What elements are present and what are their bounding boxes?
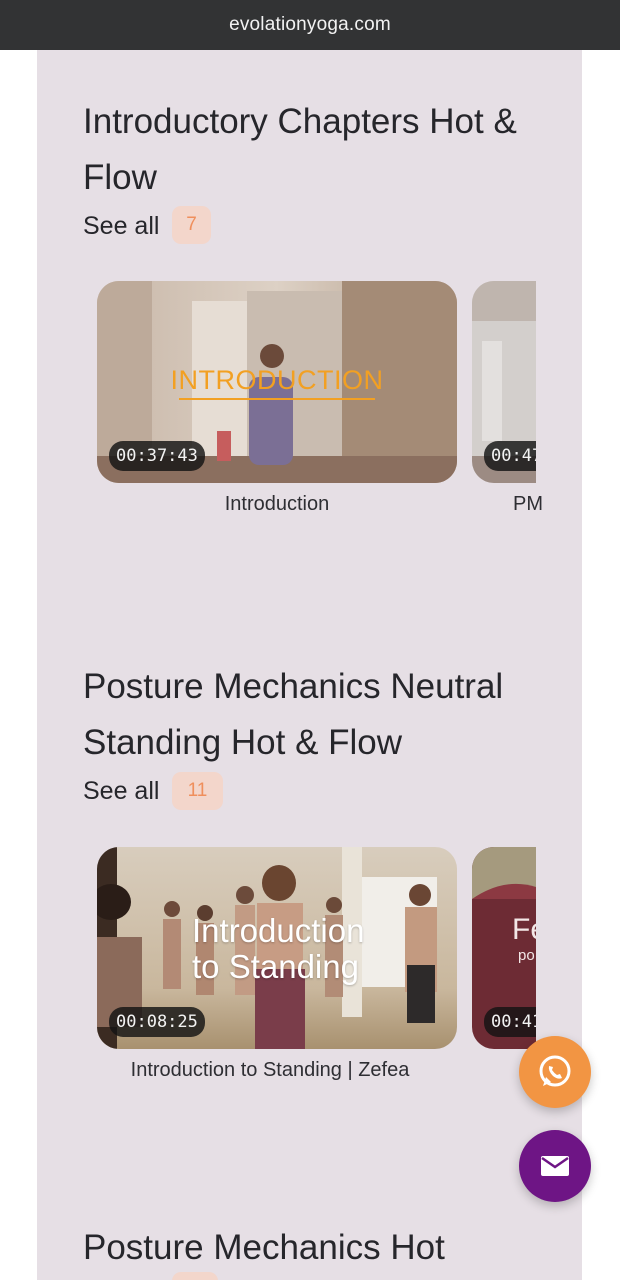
video-caption[interactable]: Introduction to Standing | Zefea bbox=[122, 1056, 418, 1085]
browser-address-bar[interactable]: evolationyoga.com bbox=[0, 0, 620, 50]
whatsapp-button[interactable] bbox=[519, 1036, 591, 1108]
video-title-overlay: Introduction to Standing bbox=[192, 912, 365, 985]
section-title: Posture Mechanics Neutral Standing Hot &… bbox=[83, 667, 504, 762]
url-text: evolationyoga.com bbox=[229, 14, 391, 35]
section-title: Posture Mechanics Hot bbox=[83, 1228, 445, 1267]
section-title: Introductory Chapters Hot & Flow bbox=[83, 102, 517, 197]
count-badge: 11 bbox=[172, 772, 223, 810]
video-card-introduction[interactable]: INTRODUCTION 00:37:43 bbox=[97, 281, 457, 483]
whatsapp-icon bbox=[539, 1055, 571, 1087]
mail-button[interactable] bbox=[519, 1130, 591, 1202]
content-panel: Introductory Chapters Hot & Flow See all… bbox=[37, 50, 582, 1280]
video-duration: 00:47 bbox=[484, 441, 536, 471]
video-duration: 00:08:25 bbox=[109, 1007, 205, 1037]
see-all-link[interactable]: See all bbox=[83, 212, 159, 241]
see-all-link[interactable]: See all bbox=[83, 777, 159, 806]
video-caption[interactable]: PM bbox=[513, 490, 573, 519]
video-title-overlay: INTRODUCTION bbox=[97, 365, 457, 400]
video-card-peek[interactable]: 00:47 bbox=[472, 281, 536, 483]
video-subtitle-overlay: po bbox=[518, 947, 535, 964]
video-card-introduction-to-standing[interactable]: Introduction to Standing 00:08:25 bbox=[97, 847, 457, 1049]
video-caption[interactable]: Introduction bbox=[97, 490, 457, 519]
video-duration: 00:41 bbox=[484, 1007, 536, 1037]
video-card-peek[interactable]: Fe po 00:41 bbox=[472, 847, 536, 1049]
count-badge: 7 bbox=[172, 206, 211, 244]
count-badge bbox=[172, 1272, 218, 1280]
video-duration: 00:37:43 bbox=[109, 441, 205, 471]
mail-icon bbox=[541, 1156, 569, 1176]
video-title-overlay: Fe bbox=[512, 913, 536, 946]
